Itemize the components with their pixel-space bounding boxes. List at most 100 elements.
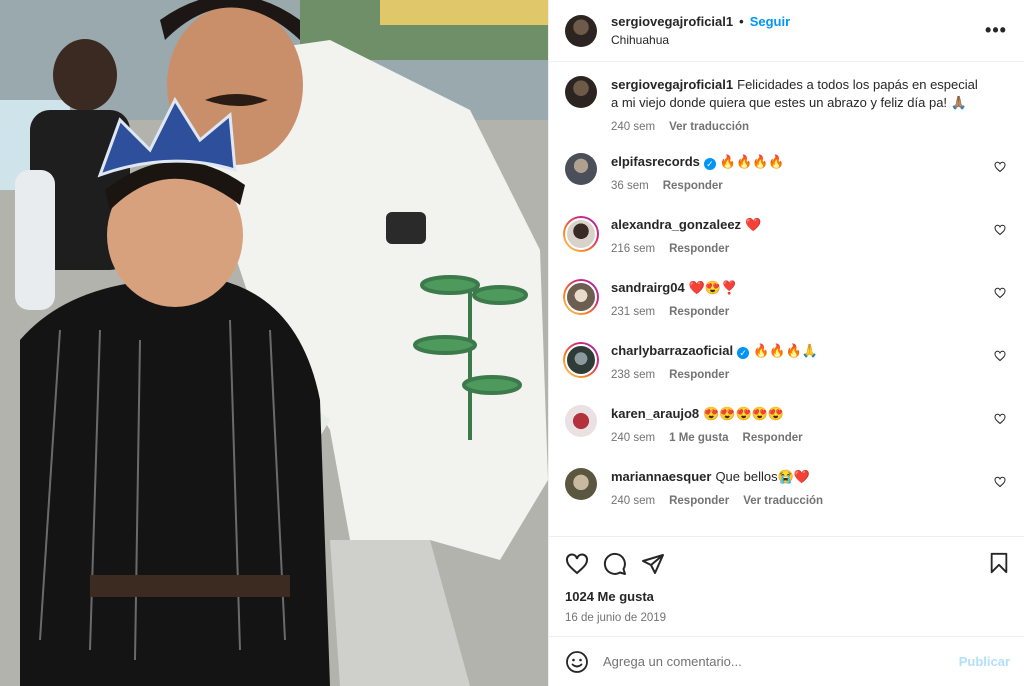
comment-body: karen_araujo8 😍😍😍😍😍 240 sem 1 Me gusta Re…: [611, 405, 1008, 468]
post-photo[interactable]: [0, 0, 548, 686]
comments-list[interactable]: sergiovegajroficial1 Felicidades a todos …: [549, 62, 1024, 536]
like-comment-heart-icon[interactable]: [994, 350, 1006, 362]
verified-badge-icon: ✓: [703, 158, 716, 170]
comment-item: mariannaesquer Que bellos😭❤️ 240 sem Resp…: [565, 468, 1008, 531]
comment-text: Que bellos😭❤️: [715, 469, 810, 484]
reply-button[interactable]: Responder: [669, 495, 729, 507]
comment-body: elpifasrecords ✓ 🔥🔥🔥🔥 36 sem Responder: [611, 153, 1008, 216]
comment-meta: 231 sem Responder: [611, 306, 978, 318]
comment-line: sandrairg04 ❤️😍❣️: [611, 279, 978, 297]
story-ring[interactable]: [563, 342, 599, 378]
comment-time[interactable]: 240 sem: [611, 495, 655, 507]
translate-link[interactable]: Ver traducción: [669, 121, 749, 133]
comment-meta: 36 sem Responder: [611, 180, 978, 192]
translate-link[interactable]: Ver traducción: [743, 495, 823, 507]
caption-time[interactable]: 240 sem: [611, 121, 655, 133]
caption-line: sergiovegajroficial1 Felicidades a todos …: [611, 76, 978, 112]
likes-count[interactable]: 1024 Me gusta: [565, 589, 1008, 604]
caption-body: sergiovegajroficial1 Felicidades a todos …: [611, 76, 1008, 133]
comment-time[interactable]: 238 sem: [611, 369, 655, 381]
more-options-icon[interactable]: •••: [984, 20, 1008, 40]
comment-username[interactable]: alexandra_gonzaleez: [611, 217, 741, 232]
reply-button[interactable]: Responder: [663, 180, 723, 192]
emoji-picker-icon[interactable]: [565, 650, 589, 674]
comment-item: karen_araujo8 😍😍😍😍😍 240 sem 1 Me gusta Re…: [565, 405, 1008, 468]
comment-body: charlybarrazaoficial ✓ 🔥🔥🔥🙏 238 sem Respon…: [611, 342, 1008, 405]
comment-text: 🔥🔥🔥🔥: [719, 154, 785, 169]
post-header: sergiovegajroficial1 • Seguir Chihuahua …: [549, 0, 1024, 62]
comment-username[interactable]: mariannaesquer: [611, 469, 711, 484]
comment-bubble-icon[interactable]: [603, 552, 627, 576]
comment-text: ❤️😍❣️: [688, 280, 738, 295]
comment-text: ❤️: [745, 217, 762, 232]
reply-button[interactable]: Responder: [669, 369, 729, 381]
story-ring[interactable]: [563, 279, 599, 315]
comment-time[interactable]: 36 sem: [611, 180, 649, 192]
action-bar: [565, 549, 1008, 579]
author-username[interactable]: sergiovegajroficial1: [611, 13, 733, 31]
comment-meta: 216 sem Responder: [611, 243, 978, 255]
comment-username[interactable]: elpifasrecords: [611, 154, 700, 169]
comment-text: 🔥🔥🔥🙏: [753, 343, 818, 358]
caption-meta: 240 sem Ver traducción: [611, 121, 978, 133]
comment-time[interactable]: 231 sem: [611, 306, 655, 318]
comment-meta: 238 sem Responder: [611, 369, 978, 381]
comment-avatar[interactable]: [565, 153, 597, 185]
save-bookmark-icon[interactable]: [988, 551, 1010, 575]
caption-avatar[interactable]: [565, 76, 597, 108]
comment-avatar[interactable]: [565, 468, 597, 500]
like-comment-heart-icon[interactable]: [994, 476, 1006, 488]
comment-body: alexandra_gonzaleez ❤️ 216 sem Responder: [611, 216, 1008, 279]
verified-badge-icon: ✓: [737, 347, 750, 359]
like-comment-heart-icon[interactable]: [994, 413, 1006, 425]
comment-avatar: [565, 281, 597, 313]
comment-meta: 240 sem Responder Ver traducción: [611, 495, 978, 507]
post-author-block: sergiovegajroficial1 • Seguir Chihuahua: [611, 13, 790, 49]
post-panel: sergiovegajroficial1 • Seguir Chihuahua …: [548, 0, 1024, 686]
add-comment-bar: Publicar: [549, 636, 1024, 686]
post-date[interactable]: 16 de junio de 2019: [565, 612, 1008, 624]
like-comment-heart-icon[interactable]: [994, 287, 1006, 299]
like-comment-heart-icon[interactable]: [994, 224, 1006, 236]
comment-likes-count[interactable]: 1 Me gusta: [669, 432, 728, 444]
comment-avatar: [565, 344, 597, 376]
photo-illustration: [0, 0, 548, 686]
post-actions-section: 1024 Me gusta 16 de junio de 2019: [549, 536, 1024, 636]
comment-item: alexandra_gonzaleez ❤️ 216 sem Responder: [563, 216, 1008, 279]
comment-text: 😍😍😍😍😍: [703, 406, 785, 421]
comment-line: mariannaesquer Que bellos😭❤️: [611, 468, 978, 486]
comment-time[interactable]: 216 sem: [611, 243, 655, 255]
like-heart-icon[interactable]: [565, 552, 589, 576]
instagram-post-view: sergiovegajroficial1 • Seguir Chihuahua …: [0, 0, 1024, 686]
share-send-icon[interactable]: [641, 552, 665, 576]
comment-username[interactable]: karen_araujo8: [611, 406, 699, 421]
comment-item: elpifasrecords ✓ 🔥🔥🔥🔥 36 sem Responder: [565, 153, 1008, 216]
comment-line: alexandra_gonzaleez ❤️: [611, 216, 978, 234]
comment-item: sandrairg04 ❤️😍❣️ 231 sem Responder: [563, 279, 1008, 342]
publish-button[interactable]: Publicar: [959, 654, 1010, 669]
comment-line: charlybarrazaoficial ✓ 🔥🔥🔥🙏: [611, 342, 978, 360]
author-line: sergiovegajroficial1 • Seguir: [611, 13, 790, 31]
comment-meta: 240 sem 1 Me gusta Responder: [611, 432, 978, 444]
comment-username[interactable]: charlybarrazaoficial: [611, 343, 733, 358]
comment-time[interactable]: 240 sem: [611, 432, 655, 444]
comment-input[interactable]: [603, 654, 959, 669]
comment-line: karen_araujo8 😍😍😍😍😍: [611, 405, 978, 423]
reply-button[interactable]: Responder: [669, 306, 729, 318]
story-ring[interactable]: [563, 216, 599, 252]
comment-avatar[interactable]: [565, 405, 597, 437]
caption-username[interactable]: sergiovegajroficial1: [611, 77, 733, 92]
comment-body: mariannaesquer Que bellos😭❤️ 240 sem Resp…: [611, 468, 1008, 531]
caption-item: sergiovegajroficial1 Felicidades a todos …: [565, 76, 1008, 133]
comment-username[interactable]: sandrairg04: [611, 280, 685, 295]
like-comment-heart-icon[interactable]: [994, 161, 1006, 173]
follow-button[interactable]: Seguir: [750, 13, 790, 31]
comment-line: elpifasrecords ✓ 🔥🔥🔥🔥: [611, 153, 978, 171]
post-location[interactable]: Chihuahua: [611, 31, 790, 49]
separator-dot: •: [739, 13, 744, 29]
reply-button[interactable]: Responder: [669, 243, 729, 255]
reply-button[interactable]: Responder: [743, 432, 803, 444]
author-avatar[interactable]: [565, 14, 597, 47]
comment-item: charlybarrazaoficial ✓ 🔥🔥🔥🙏 238 sem Respon…: [563, 342, 1008, 405]
comment-avatar: [565, 218, 597, 250]
